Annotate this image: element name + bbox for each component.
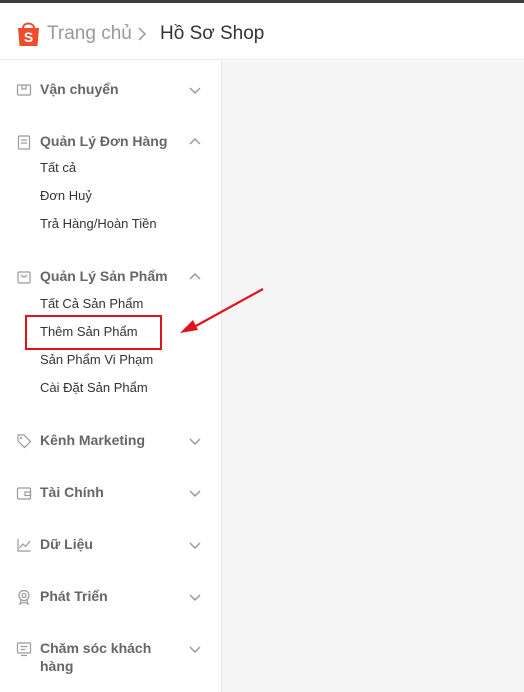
clipboard-icon (17, 135, 31, 150)
chart-icon (17, 539, 31, 552)
sidebar-section-label: Kênh Marketing (40, 432, 146, 448)
sidebar-item-cancelled[interactable]: Đơn Huỷ (40, 188, 92, 203)
sidebar-item-product-settings[interactable]: Cài Đặt Sản Phẩm (40, 380, 148, 395)
chevron-down-icon[interactable] (188, 590, 202, 604)
sidebar-section-label: Tài Chính (40, 484, 104, 500)
sidebar-item-returns[interactable]: Trả Hàng/Hoàn Tiền (40, 216, 157, 231)
highlight-box (25, 315, 162, 350)
sidebar-section-label: Phát Triển (40, 588, 108, 604)
sidebar-section-customer-care[interactable]: Chăm sóc khách hàng (0, 637, 220, 677)
bag-icon (17, 271, 31, 284)
sidebar-section-label: Quản Lý Đơn Hàng (40, 133, 168, 149)
sidebar-section-label: Quản Lý Sản Phẩm (40, 268, 168, 284)
sidebar-item-violations[interactable]: Sản Phẩm Vi Phạm (40, 352, 153, 367)
top-header: S Trang chủ Hồ Sơ Shop (0, 3, 524, 60)
sidebar-section-label: Dữ Liệu (40, 536, 93, 552)
sidebar-section-data[interactable]: Dữ Liệu (0, 533, 220, 557)
chevron-right-icon (138, 27, 147, 41)
shopee-logo-icon[interactable]: S (16, 20, 41, 47)
annotation-arrow-icon (180, 288, 264, 333)
sidebar-item-all-orders[interactable]: Tất cả (40, 160, 76, 175)
sidebar-section-label: Chăm sóc khách hàng (40, 640, 152, 674)
truck-icon (16, 84, 32, 96)
tag-icon (17, 434, 32, 449)
chevron-down-icon[interactable] (188, 642, 202, 656)
wallet-icon (16, 487, 32, 500)
breadcrumb-current: Hồ Sơ Shop (160, 23, 265, 44)
chat-icon (16, 642, 32, 657)
svg-text:S: S (24, 29, 33, 45)
chevron-down-icon[interactable] (188, 83, 202, 97)
chevron-up-icon[interactable] (188, 135, 202, 149)
breadcrumb-home[interactable]: Trang chủ (47, 23, 132, 45)
sidebar-section-shipping[interactable]: Vận chuyển (0, 78, 220, 102)
chevron-down-icon[interactable] (188, 486, 202, 500)
sidebar-section-growth[interactable]: Phát Triển (0, 585, 220, 609)
sidebar-section-label: Vận chuyển (40, 81, 119, 97)
sidebar-section-orders[interactable]: Quản Lý Đơn Hàng (0, 130, 220, 154)
sidebar-section-finance[interactable]: Tài Chính (0, 481, 220, 505)
sidebar: Vận chuyển Quản Lý Đơn Hàng Tất cả Đơn H… (0, 61, 220, 692)
main-content (221, 61, 524, 692)
badge-icon (18, 589, 30, 605)
chevron-down-icon[interactable] (188, 538, 202, 552)
sidebar-item-all-products[interactable]: Tất Cả Sản Phẩm (40, 296, 143, 311)
sidebar-section-marketing[interactable]: Kênh Marketing (0, 429, 220, 453)
chevron-down-icon[interactable] (188, 434, 202, 448)
